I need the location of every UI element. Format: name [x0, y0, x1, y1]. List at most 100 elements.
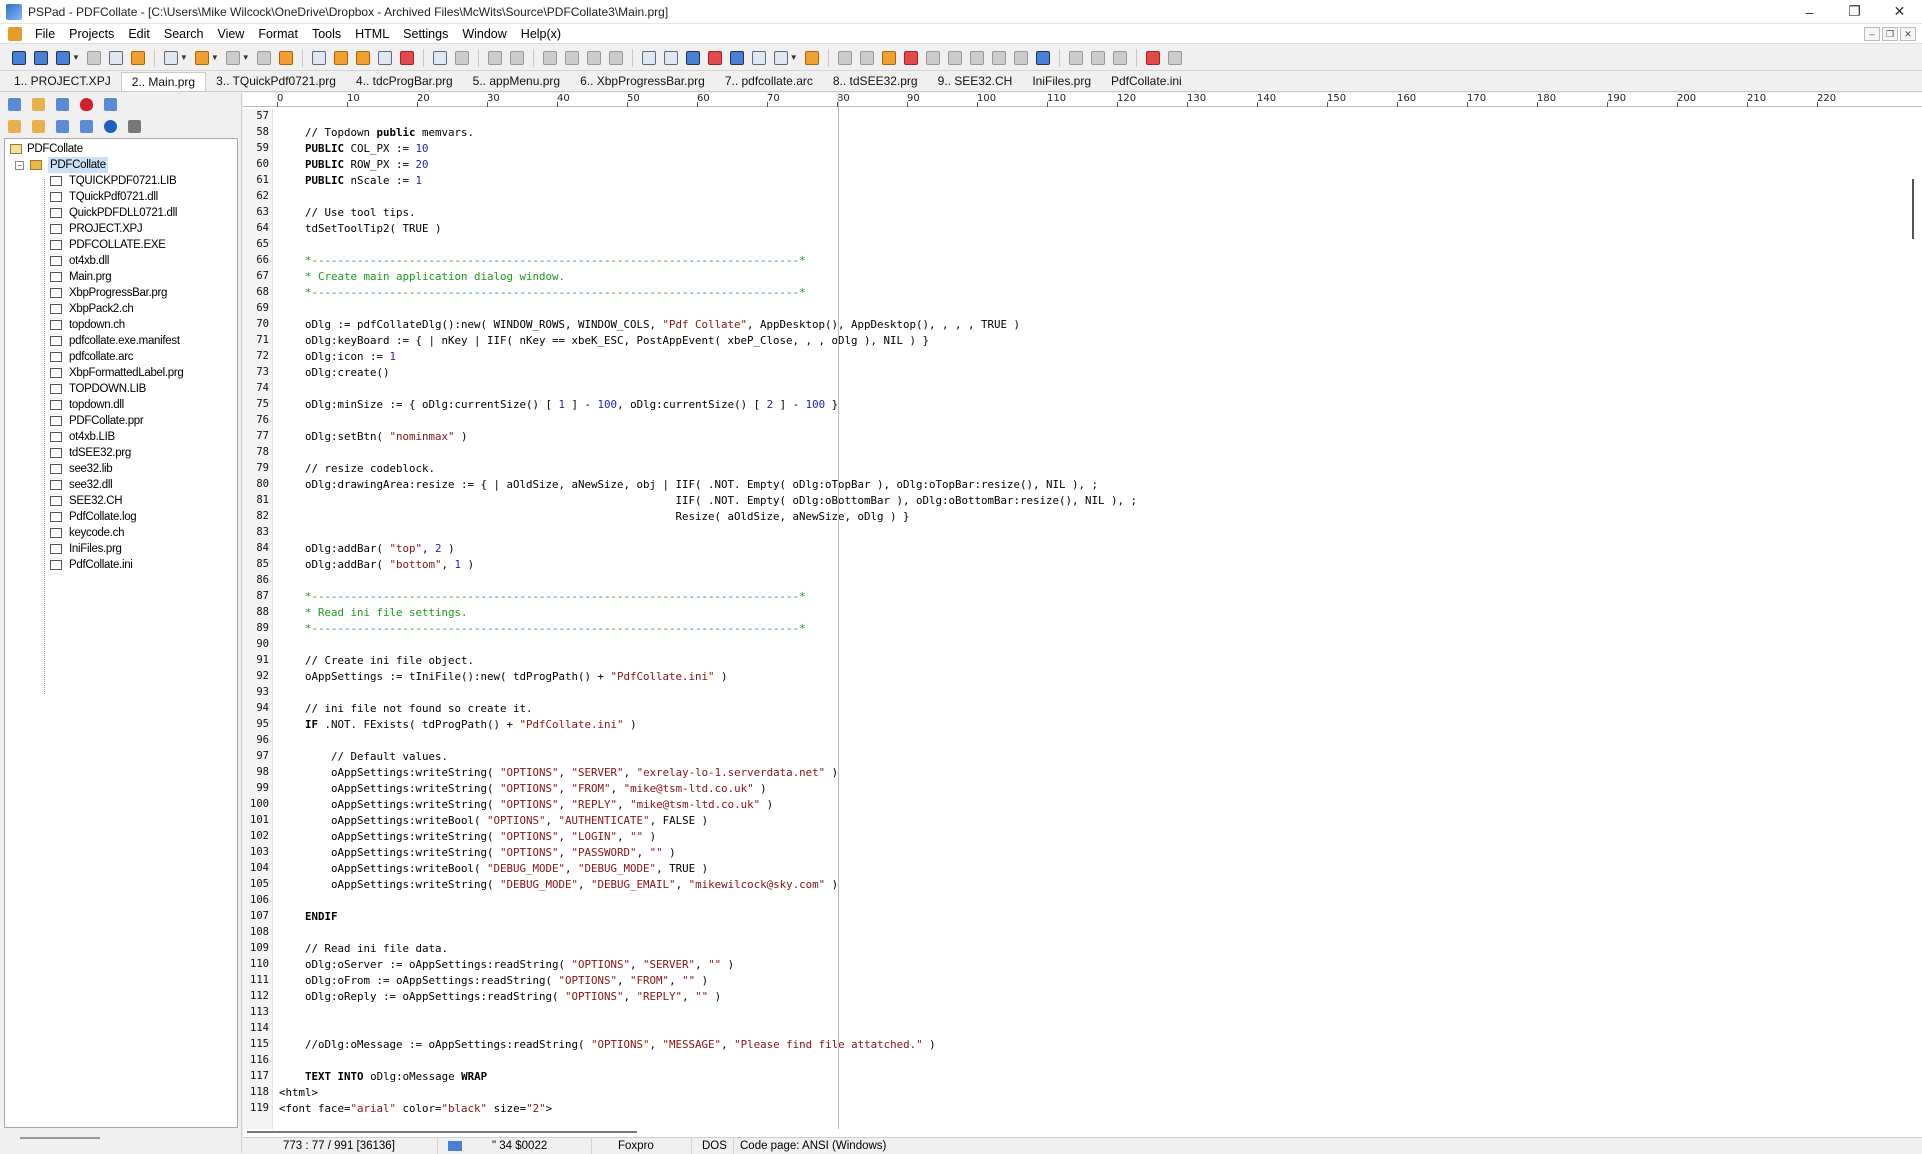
code-line[interactable]: *---------------------------------------… — [279, 621, 806, 637]
tree-file-item[interactable]: see32.dll — [5, 477, 237, 493]
redo-icon[interactable] — [507, 48, 527, 68]
html-color-icon[interactable] — [901, 48, 921, 68]
tab-pdfcollate-ini[interactable]: PdfCollate.ini — [1101, 72, 1192, 91]
menu-search[interactable]: Search — [157, 24, 211, 44]
tree-file-item[interactable]: PDFCollate.ppr — [5, 413, 237, 429]
tree-file-item[interactable]: topdown.ch — [5, 317, 237, 333]
tree-file-item[interactable]: SEE32.CH — [5, 493, 237, 509]
code-line[interactable]: oDlg:keyBoard := { | nKey | IIF( nKey ==… — [279, 333, 929, 349]
tab-project-xpj[interactable]: 1.. PROJECT.XPJ — [4, 72, 121, 91]
favorites-heart-icon[interactable] — [78, 96, 94, 112]
tab-main-prg[interactable]: 2.. Main.prg — [120, 72, 207, 91]
remove-folder-icon[interactable] — [30, 118, 46, 134]
code-line[interactable]: IF .NOT. FExists( tdProgPath() + "PdfCol… — [279, 717, 637, 733]
chr-icon[interactable] — [945, 48, 965, 68]
file-tree-icon[interactable] — [276, 48, 296, 68]
mdi-close-button[interactable]: ✕ — [1900, 26, 1916, 41]
search-icon[interactable] — [309, 48, 329, 68]
code-line[interactable]: oAppSettings:writeBool( "OPTIONS", "AUTH… — [279, 813, 708, 829]
save-project-icon[interactable] — [53, 48, 73, 68]
compile-icon[interactable] — [128, 48, 148, 68]
up-folder-icon[interactable] — [78, 118, 94, 134]
syntax-highlighter[interactable]: Foxpro — [592, 1137, 692, 1154]
code-line[interactable]: oDlg:addBar( "top", 2 ) — [279, 541, 455, 557]
tree-file-item[interactable]: ot4xb.dll — [5, 253, 237, 269]
code-line[interactable]: tdSetToolTip2( TRUE ) — [279, 221, 442, 237]
tree-file-item[interactable]: TQUICKPDF0721.LIB — [5, 173, 237, 189]
tree-file-item[interactable]: tdSEE32.prg — [5, 445, 237, 461]
menu-edit[interactable]: Edit — [121, 24, 157, 44]
run-icon[interactable] — [1066, 48, 1086, 68]
open-folder-icon[interactable] — [30, 96, 46, 112]
project-tree[interactable]: PDFCollate − PDFCollate TQUICKPDF0721.LIB TQ… — [4, 138, 238, 1128]
tab-appmenu-prg[interactable]: 5.. appMenu.prg — [463, 72, 570, 91]
code-line[interactable]: oAppSettings:writeString( "OPTIONS", "SE… — [279, 765, 838, 781]
tree-file-item[interactable]: topdown.dll — [5, 397, 237, 413]
tree-file-item[interactable]: XbpPack2.ch — [5, 301, 237, 317]
pilcrow-icon[interactable] — [661, 48, 681, 68]
tree-file-item[interactable]: Main.prg — [5, 269, 237, 285]
menu-format[interactable]: Format — [251, 24, 305, 44]
code-line[interactable]: oDlg:icon := 1 — [279, 349, 396, 365]
code-line[interactable]: oDlg:setBtn( "nominmax" ) — [279, 429, 468, 445]
bookmark-icon[interactable] — [397, 48, 417, 68]
block-select-icon[interactable] — [727, 48, 747, 68]
tree-file-item[interactable]: pdfcollate.arc — [5, 349, 237, 365]
color-picker-icon[interactable] — [879, 48, 899, 68]
code-line[interactable]: * Read ini file settings. — [279, 605, 468, 621]
chevron-down-icon[interactable]: ▼ — [180, 53, 188, 62]
abc-spell-icon[interactable] — [771, 48, 791, 68]
code-line[interactable]: oDlg:drawingArea:resize := { | aOldSize,… — [279, 477, 1098, 493]
undo-icon[interactable] — [485, 48, 505, 68]
project-settings-icon[interactable] — [106, 48, 126, 68]
tree-file-item[interactable]: pdfcollate.exe.manifest — [5, 333, 237, 349]
code-line[interactable]: <font face="arial" color="black" size="2… — [279, 1101, 552, 1117]
collapse-icon[interactable]: − — [15, 161, 24, 170]
macro-record-icon[interactable] — [1143, 48, 1163, 68]
tree-file-item[interactable]: PdfCollate.log — [5, 509, 237, 525]
code-page[interactable]: Code page: ANSI (Windows) — [734, 1138, 892, 1154]
terminal-icon[interactable] — [1110, 48, 1130, 68]
arrows-icon[interactable] — [802, 48, 822, 68]
minimize-button[interactable]: – — [1787, 0, 1832, 24]
preview-icon[interactable] — [430, 48, 450, 68]
code-line[interactable]: oAppSettings:writeString( "OPTIONS", "FR… — [279, 781, 767, 797]
tab-inifiles-prg[interactable]: IniFiles.prg — [1022, 72, 1101, 91]
chevron-down-icon[interactable]: ▼ — [72, 53, 80, 62]
open-project-icon[interactable] — [31, 48, 51, 68]
code-line[interactable]: *---------------------------------------… — [279, 253, 806, 269]
mdi-restore-button[interactable]: ❐ — [1882, 26, 1898, 41]
code-area[interactable]: // Topdown public memvars. PUBLIC COL_PX… — [279, 109, 1879, 1129]
code-line[interactable]: // Default values. — [279, 749, 448, 765]
chevron-down-icon[interactable]: ▼ — [790, 53, 798, 62]
code-line[interactable]: PUBLIC nScale := 1 — [279, 173, 422, 189]
new-project-icon[interactable] — [9, 48, 29, 68]
restore-button[interactable]: ❐ — [1832, 0, 1877, 24]
menu-view[interactable]: View — [210, 24, 251, 44]
code-line[interactable]: oAppSettings:writeString( "OPTIONS", "RE… — [279, 797, 773, 813]
code-line[interactable]: TEXT INTO oDlg:oMessage WRAP — [279, 1069, 487, 1085]
close-button[interactable]: ✕ — [1877, 0, 1922, 24]
tree-file-item[interactable]: TQuickPdf0721.dll — [5, 189, 237, 205]
find-in-files-icon[interactable] — [353, 48, 373, 68]
google-icon[interactable] — [1033, 48, 1053, 68]
code-line[interactable]: Resize( aOldSize, aNewSize, oDlg ) } — [279, 509, 910, 525]
html-tidy-icon[interactable] — [923, 48, 943, 68]
tree-file-item[interactable]: keycode.ch — [5, 525, 237, 541]
code-line[interactable]: // ini file not found so create it. — [279, 701, 533, 717]
new-folder-icon[interactable] — [54, 118, 70, 134]
code-line[interactable]: oDlg := pdfCollateDlg():new( WINDOW_ROWS… — [279, 317, 1020, 333]
tree-root[interactable]: PDFCollate — [5, 141, 237, 157]
code-line[interactable]: // Use tool tips. — [279, 205, 416, 221]
project-settings-icon[interactable] — [126, 118, 142, 134]
code-line[interactable]: * Create main application dialog window. — [279, 269, 565, 285]
code-line[interactable]: *---------------------------------------… — [279, 589, 806, 605]
code-line[interactable]: oAppSettings := tIniFile():new( tdProgPa… — [279, 669, 728, 685]
code-line[interactable]: oDlg:oServer := oAppSettings:readString(… — [279, 957, 734, 973]
code-line[interactable]: oDlg:oFrom := oAppSettings:readString( "… — [279, 973, 708, 989]
tab-see32-ch[interactable]: 9.. SEE32.CH — [928, 72, 1023, 91]
code-line[interactable]: oAppSettings:writeString( "DEBUG_MODE", … — [279, 877, 838, 893]
tree-file-item[interactable]: IniFiles.prg — [5, 541, 237, 557]
vertical-scrollbar[interactable] — [1902, 109, 1922, 1129]
code-line[interactable]: ENDIF — [279, 909, 338, 925]
